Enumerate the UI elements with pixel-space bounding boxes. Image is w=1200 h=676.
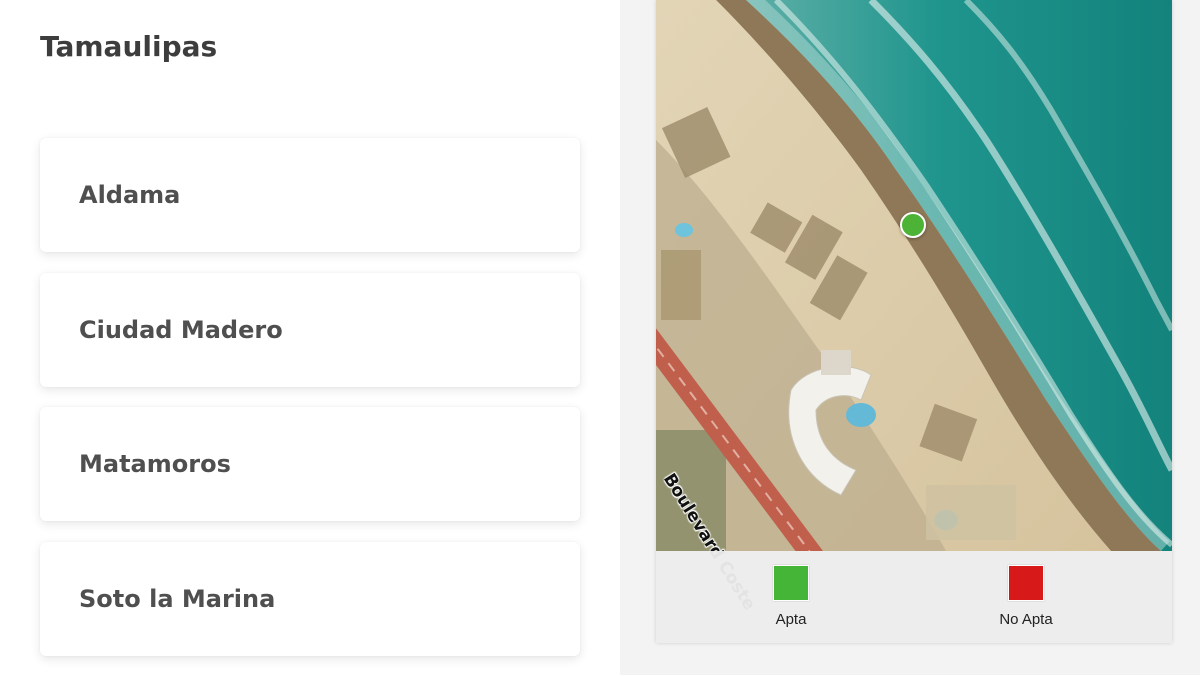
satellite-imagery: [656, 0, 1172, 551]
municipality-label: Matamoros: [79, 450, 231, 478]
map-panel: Boulevard Coste Apta No Apta: [656, 0, 1172, 643]
building: [926, 485, 1016, 540]
legend-item-no-apta: No Apta: [966, 565, 1086, 628]
beach-status-marker[interactable]: [900, 212, 926, 238]
pool: [675, 223, 693, 237]
municipality-card-matamoros[interactable]: Matamoros: [40, 407, 580, 521]
municipality-card-ciudad-madero[interactable]: Ciudad Madero: [40, 272, 580, 387]
municipality-label: Aldama: [79, 181, 181, 209]
municipality-label: Soto la Marina: [79, 584, 276, 613]
municipality-card-aldama[interactable]: Aldama: [40, 138, 580, 252]
legend-item-apta: Apta: [731, 565, 851, 628]
map-legend: Apta No Apta: [656, 551, 1172, 643]
municipality-panel: Tamaulipas Aldama Ciudad Madero Matamoro…: [0, 0, 620, 675]
legend-label-apta: Apta: [775, 611, 807, 628]
pool: [846, 403, 876, 427]
legend-label-no-apta: No Apta: [999, 611, 1053, 628]
municipality-label: Ciudad Madero: [79, 315, 283, 344]
municipality-list: Aldama Ciudad Madero Matamoros Soto la M…: [40, 138, 580, 676]
building: [821, 350, 851, 375]
building: [661, 250, 701, 320]
legend-swatch-apta: [773, 565, 809, 601]
municipality-card-soto-la-marina[interactable]: Soto la Marina: [40, 541, 580, 656]
legend-swatch-no-apta: [1008, 565, 1044, 601]
satellite-map[interactable]: Boulevard Coste: [656, 0, 1172, 614]
page-title: Tamaulipas: [40, 30, 218, 63]
